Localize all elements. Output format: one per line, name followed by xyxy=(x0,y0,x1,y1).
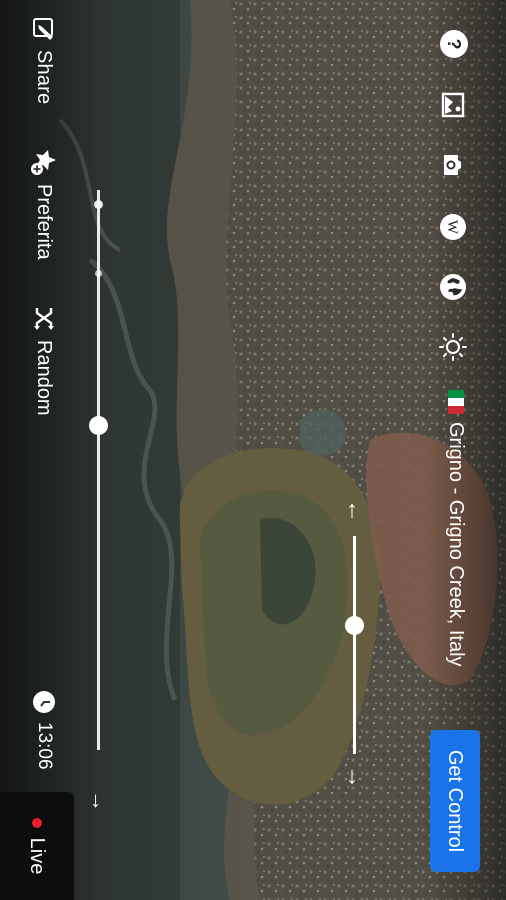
timeline-marker xyxy=(95,270,102,277)
shuffle-icon xyxy=(34,308,54,330)
wikipedia-icon[interactable]: W xyxy=(438,212,468,242)
camera-title: Grigno - Grigno Creek, Italy xyxy=(434,390,478,667)
camera-icon[interactable] xyxy=(438,150,468,180)
italy-flag-icon xyxy=(448,390,464,414)
live-label: Live xyxy=(26,837,49,875)
live-indicator-dot xyxy=(32,817,42,828)
camera-title-text: Grigno - Grigno Creek, Italy xyxy=(445,422,468,667)
clock-icon xyxy=(33,691,55,713)
edit-share-icon xyxy=(33,18,53,40)
flag-stripe-white xyxy=(448,398,464,406)
favorite-button[interactable]: Preferita xyxy=(22,148,66,260)
zoom-out-arrow-icon[interactable]: ← xyxy=(338,496,372,526)
favorite-label: Preferita xyxy=(33,184,56,260)
image-icon[interactable] xyxy=(438,90,468,120)
svg-text:W: W xyxy=(444,220,460,235)
random-button[interactable]: Random xyxy=(22,306,66,416)
timeline-forward-arrow-icon[interactable]: → xyxy=(84,786,114,816)
flag-stripe-green xyxy=(448,390,464,398)
time-label: 13:06 xyxy=(34,722,55,770)
flag-stripe-red xyxy=(448,406,464,414)
globe-icon[interactable] xyxy=(438,272,468,302)
get-control-button[interactable]: Get Control xyxy=(430,730,480,872)
zoom-slider-track[interactable] xyxy=(353,536,356,754)
share-button[interactable]: Share xyxy=(22,16,66,104)
timeline-marker xyxy=(94,200,103,209)
star-plus-icon xyxy=(31,150,56,175)
webcam-viewer: ? W Grigno - Grigno Creek, Italy Get Con… xyxy=(0,0,506,900)
time-display: 13:06 xyxy=(22,690,66,770)
random-label: Random xyxy=(33,340,56,416)
zoom-slider-thumb[interactable] xyxy=(345,615,364,635)
timeline-thumb[interactable] xyxy=(89,415,108,435)
sun-icon[interactable] xyxy=(438,332,468,362)
zoom-in-arrow-icon[interactable]: → xyxy=(338,762,372,792)
live-button[interactable]: Live xyxy=(0,792,74,900)
help-icon[interactable]: ? xyxy=(440,30,468,58)
share-label: Share xyxy=(33,50,56,105)
